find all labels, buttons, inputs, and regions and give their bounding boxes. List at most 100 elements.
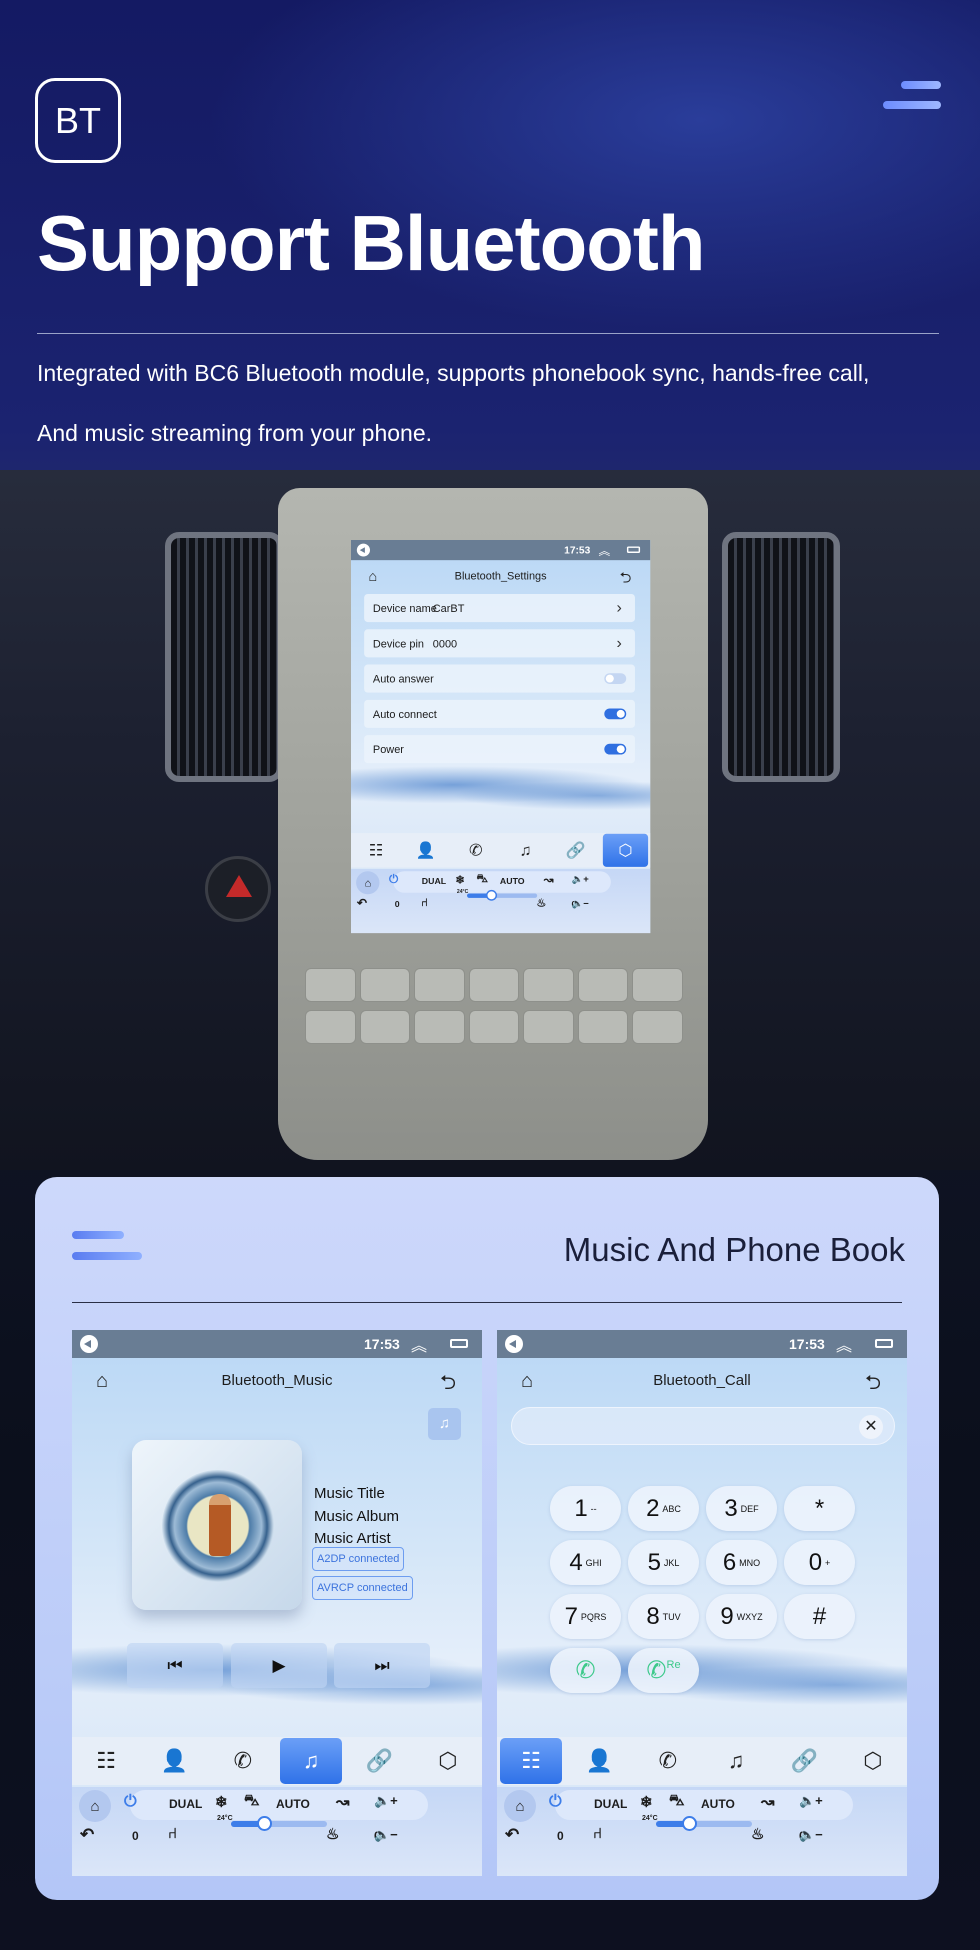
previous-track-button[interactable]: ⏮ bbox=[127, 1643, 223, 1688]
tab-phone[interactable]: ✆ bbox=[637, 1738, 699, 1784]
call-button[interactable]: ✆ bbox=[550, 1648, 621, 1693]
tab-contacts[interactable]: 👤 bbox=[568, 1738, 630, 1784]
recirculation-icon[interactable]: ⛍ bbox=[669, 1792, 684, 1811]
toggle-switch[interactable] bbox=[604, 743, 627, 755]
tab-settings[interactable]: ⬡ bbox=[602, 833, 649, 867]
power-icon[interactable]: ⏻ bbox=[124, 1793, 137, 1811]
fan-slider-knob[interactable] bbox=[485, 889, 497, 901]
dial-key-4[interactable]: 4 GHI bbox=[550, 1540, 621, 1585]
dial-key-#[interactable]: # bbox=[784, 1594, 855, 1639]
recirculation-icon[interactable]: ⛍ bbox=[477, 873, 488, 887]
tab-settings[interactable]: ⬡ bbox=[842, 1738, 904, 1784]
dial-key-8[interactable]: 8 TUV bbox=[628, 1594, 699, 1639]
back-arrow-icon[interactable]: ↶ bbox=[80, 1825, 94, 1845]
dial-key-9[interactable]: 9 WXYZ bbox=[706, 1594, 777, 1639]
auto-button[interactable]: AUTO bbox=[701, 1797, 735, 1811]
toggle-switch[interactable] bbox=[604, 673, 627, 684]
tab-link[interactable]: 🔗 bbox=[348, 1738, 410, 1784]
airflow-icon[interactable]: ↝ bbox=[336, 1792, 349, 1812]
settings-row-device-pin[interactable]: Device pin 0000 › bbox=[364, 629, 635, 658]
volume-up-icon[interactable]: 🔈+ bbox=[799, 1793, 823, 1809]
recent-apps-icon[interactable] bbox=[450, 1339, 468, 1348]
tab-phone[interactable]: ✆ bbox=[453, 834, 498, 867]
power-icon[interactable]: ⏻ bbox=[549, 1793, 562, 1811]
settings-row-power[interactable]: Power bbox=[364, 735, 635, 764]
dual-button[interactable]: DUAL bbox=[169, 1797, 202, 1811]
seat-heat-icon[interactable]: ♨ bbox=[326, 1825, 339, 1843]
volume-up-icon[interactable]: 🔈+ bbox=[571, 873, 588, 885]
recirculation-icon[interactable]: ⛍ bbox=[244, 1792, 259, 1811]
expand-icon[interactable]: ︽ bbox=[598, 541, 610, 558]
dial-key-5[interactable]: 5 JKL bbox=[628, 1540, 699, 1585]
tab-dialpad[interactable]: ☷ bbox=[353, 834, 398, 867]
settings-row-auto-answer[interactable]: Auto answer bbox=[364, 664, 635, 693]
dial-key-*[interactable]: * bbox=[784, 1486, 855, 1531]
defrost-icon[interactable]: ❄ bbox=[455, 873, 464, 886]
tab-dialpad[interactable]: ☷ bbox=[500, 1738, 563, 1784]
fan-slider-knob[interactable] bbox=[256, 1816, 272, 1831]
volume-down-icon[interactable]: 🔈− bbox=[571, 898, 588, 910]
fan-speed-slider[interactable] bbox=[231, 1816, 327, 1831]
dial-key-2[interactable]: 2 ABC bbox=[628, 1486, 699, 1531]
home-button[interactable]: ⌂ bbox=[79, 1790, 111, 1822]
airflow-icon[interactable]: ↝ bbox=[761, 1792, 774, 1812]
return-icon[interactable]: ⮌ bbox=[865, 1368, 881, 1402]
dial-number-input[interactable]: ✕ bbox=[511, 1407, 895, 1445]
next-track-button[interactable]: ⏭ bbox=[334, 1643, 430, 1688]
volume-up-icon[interactable]: 🔈+ bbox=[374, 1793, 398, 1809]
auto-button[interactable]: AUTO bbox=[500, 876, 525, 886]
redial-button[interactable]: ✆ Re bbox=[628, 1648, 699, 1693]
settings-row-auto-connect[interactable]: Auto connect bbox=[364, 699, 635, 728]
dial-key-7[interactable]: 7 PQRS bbox=[550, 1594, 621, 1639]
fan-slider-knob[interactable] bbox=[681, 1816, 697, 1831]
home-button[interactable]: ⌂ bbox=[504, 1790, 536, 1822]
seat-icon[interactable]: ⑁ bbox=[168, 1825, 177, 1842]
seat-heat-icon[interactable]: ♨ bbox=[536, 896, 546, 909]
tab-music[interactable]: ♫ bbox=[705, 1738, 767, 1784]
clear-icon[interactable]: ✕ bbox=[859, 1415, 883, 1439]
seat-icon[interactable]: ⑁ bbox=[421, 896, 428, 908]
back-icon[interactable] bbox=[356, 543, 370, 557]
seat-icon[interactable]: ⑁ bbox=[593, 1825, 602, 1842]
return-icon[interactable]: ⮌ bbox=[440, 1368, 456, 1402]
return-icon[interactable]: ⮌ bbox=[620, 567, 632, 591]
tab-music[interactable]: ♫ bbox=[503, 834, 548, 867]
expand-icon[interactable]: ︽ bbox=[411, 1332, 427, 1356]
home-button[interactable]: ⌂ bbox=[356, 871, 380, 895]
volume-down-icon[interactable]: 🔈− bbox=[374, 1827, 398, 1843]
dial-key-1[interactable]: 1 -- bbox=[550, 1486, 621, 1531]
fan-speed-slider[interactable] bbox=[656, 1816, 752, 1831]
menu-icon[interactable] bbox=[883, 81, 941, 121]
tab-contacts[interactable]: 👤 bbox=[403, 834, 448, 867]
back-arrow-icon[interactable]: ↶ bbox=[357, 896, 367, 910]
tab-music[interactable]: ♫ bbox=[279, 1738, 343, 1784]
dual-button[interactable]: DUAL bbox=[422, 876, 446, 886]
dial-key-0[interactable]: 0 + bbox=[784, 1540, 855, 1585]
tab-dialpad[interactable]: ☷ bbox=[75, 1738, 137, 1784]
power-icon[interactable]: ⏻ bbox=[389, 873, 398, 886]
volume-down-icon[interactable]: 🔈− bbox=[799, 1827, 823, 1843]
tab-link[interactable]: 🔗 bbox=[773, 1738, 835, 1784]
expand-icon[interactable]: ︽ bbox=[836, 1332, 852, 1356]
toggle-switch[interactable] bbox=[604, 708, 627, 720]
defrost-icon[interactable]: ❄ bbox=[215, 1793, 228, 1811]
recent-apps-icon[interactable] bbox=[875, 1339, 893, 1348]
tab-link[interactable]: 🔗 bbox=[553, 834, 598, 867]
defrost-icon[interactable]: ❄ bbox=[640, 1793, 653, 1811]
back-icon[interactable] bbox=[505, 1335, 523, 1353]
back-icon[interactable] bbox=[80, 1335, 98, 1353]
tab-contacts[interactable]: 👤 bbox=[143, 1738, 205, 1784]
airflow-icon[interactable]: ↝ bbox=[544, 873, 554, 887]
dual-button[interactable]: DUAL bbox=[594, 1797, 627, 1811]
seat-heat-icon[interactable]: ♨ bbox=[751, 1825, 764, 1843]
settings-row-device-name[interactable]: Device name CarBT › bbox=[364, 594, 635, 623]
auto-button[interactable]: AUTO bbox=[276, 1797, 310, 1811]
recent-apps-icon[interactable] bbox=[626, 546, 641, 553]
music-source-button[interactable]: ♫ bbox=[428, 1408, 461, 1440]
play-button[interactable]: ▶ bbox=[231, 1643, 327, 1688]
tab-phone[interactable]: ✆ bbox=[212, 1738, 274, 1784]
fan-speed-slider[interactable] bbox=[467, 889, 538, 901]
back-arrow-icon[interactable]: ↶ bbox=[505, 1825, 519, 1845]
dial-key-6[interactable]: 6 MNO bbox=[706, 1540, 777, 1585]
dial-key-3[interactable]: 3 DEF bbox=[706, 1486, 777, 1531]
